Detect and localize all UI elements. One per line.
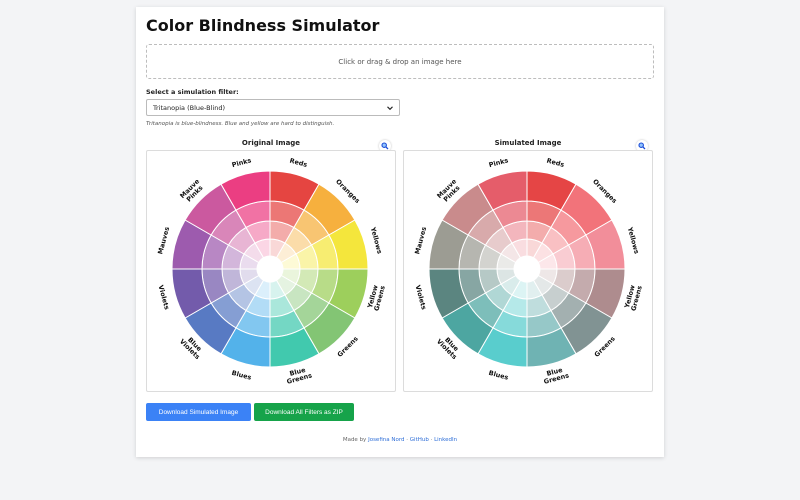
simulated-panel-title: Simulated Image [494,139,562,147]
wheel-center [514,256,540,282]
wheel-label: BlueGreens [541,365,570,386]
footer-separator: · [406,437,409,443]
wheel-label: Mauves [413,226,428,255]
wheel-label: Blues [231,369,253,382]
linkedin-link[interactable]: LinkedIn [434,437,457,443]
main-card: Color Blindness Simulator Click or drag … [136,7,664,457]
wheel-label: Reds [546,157,566,169]
wheel-label: Violets [157,284,171,311]
wheel-label: Mauves [156,226,171,255]
simulated-color-wheel: RedsOrangesYellowsYellowGreensGreensBlue… [413,156,644,386]
github-link[interactable]: GitHub [410,437,429,443]
chevron-down-icon [386,104,394,114]
original-image-panel: Reds Oranges Yellows YellowGreens Greens Blue… [146,150,396,392]
filter-selected-value: Tritanopia (Blue-Blind) [153,103,225,112]
dropzone-prompt: Click or drag & drop an image here [338,57,462,66]
simulated-image-panel: Reds Oranges Yellows YellowGreens Greens Blue… [403,150,653,392]
wheel-label: Violets [414,284,428,311]
download-zip-button[interactable]: Download All Filters as ZIP [254,403,354,421]
footer: Made by Josefina Nord · GitHub · LinkedI… [136,437,664,443]
wheel-label: Pinks [231,156,252,169]
footer-prefix: Made by [342,437,367,443]
magnifier-icon [381,142,389,150]
wheel-label: BlueGreens [284,365,313,386]
wheel-label: Reds [289,157,309,169]
wheel-label: YellowGreens [623,283,644,312]
image-dropzone[interactable]: Click or drag & drop an image here [146,44,654,79]
original-panel-title: Original Image [241,139,301,147]
wheel-label: YellowGreens [366,283,387,312]
page-title: Color Blindness Simulator [146,16,380,35]
filter-select[interactable]: Tritanopia (Blue-Blind) [146,99,400,116]
author-link[interactable]: Josefina Nord [368,437,404,443]
wheel-label: Blues [488,369,510,382]
wheel-label: Yellows [626,225,641,255]
original-color-wheel: RedsOrangesYellowsYellowGreensGreensBlue… [156,156,387,386]
wheel-label: Pinks [488,156,509,169]
wheel-center [257,256,283,282]
footer-separator: · [430,437,433,443]
magnifier-icon [638,142,646,150]
download-simulated-button[interactable]: Download Simulated Image [146,403,251,421]
wheel-label: Yellows [369,225,384,255]
filter-label: Select a simulation filter: [146,88,239,96]
filter-description: Tritanopia is blue-blindness. Blue and y… [146,121,335,127]
